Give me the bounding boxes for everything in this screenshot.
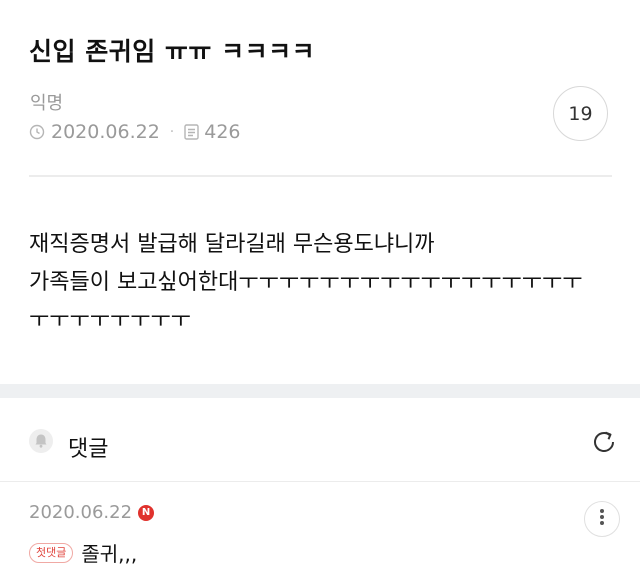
- post-body-line: 가족들이 보고싶어한대ㅜㅜㅜㅜㅜㅜㅜㅜㅜㅜㅜㅜㅜㅜㅜㅜㅜ: [29, 270, 583, 295]
- comment-item: 첫댓글 졸귀,,,: [29, 538, 137, 567]
- refresh-icon[interactable]: [588, 426, 620, 462]
- post-meta: 2020.06.22 · 426: [29, 121, 241, 143]
- view-count: 426: [204, 121, 241, 143]
- new-badge: N: [138, 504, 155, 521]
- post-body: 재직증명서 발급해 달라길래 무슨용도냐니까 가족들이 보고싶어한대ㅜㅜㅜㅜㅜㅜ…: [29, 226, 614, 340]
- comment-count-badge[interactable]: 19: [553, 86, 608, 141]
- header-divider: [29, 175, 612, 177]
- comments-header: 댓글: [0, 398, 640, 483]
- first-comment-badge: 첫댓글: [29, 542, 74, 563]
- more-vertical-icon: [599, 508, 605, 530]
- views-icon: [184, 124, 199, 140]
- comment-more-button[interactable]: [584, 501, 620, 537]
- post-body-line: ㅜㅜㅜㅜㅜㅜㅜㅜ: [29, 308, 191, 333]
- comment-text: 졸귀,,,: [81, 542, 138, 566]
- meta-separator: ·: [169, 124, 175, 140]
- comment-date: 2020.06.22 N: [29, 502, 155, 523]
- post-title: 신입 존귀임 ㅠㅠ ㅋㅋㅋㅋ: [29, 37, 316, 66]
- author-name: 익명: [30, 93, 64, 114]
- clock-icon: [29, 124, 45, 140]
- comment-date-text: 2020.06.22: [29, 502, 133, 523]
- post-date: 2020.06.22: [51, 121, 160, 143]
- comments-divider: [0, 481, 640, 482]
- bell-icon[interactable]: [28, 428, 54, 458]
- section-separator: [0, 384, 640, 398]
- comments-label: 댓글: [68, 437, 109, 462]
- post-body-line: 재직증명서 발급해 달라길래 무슨용도냐니까: [29, 232, 435, 257]
